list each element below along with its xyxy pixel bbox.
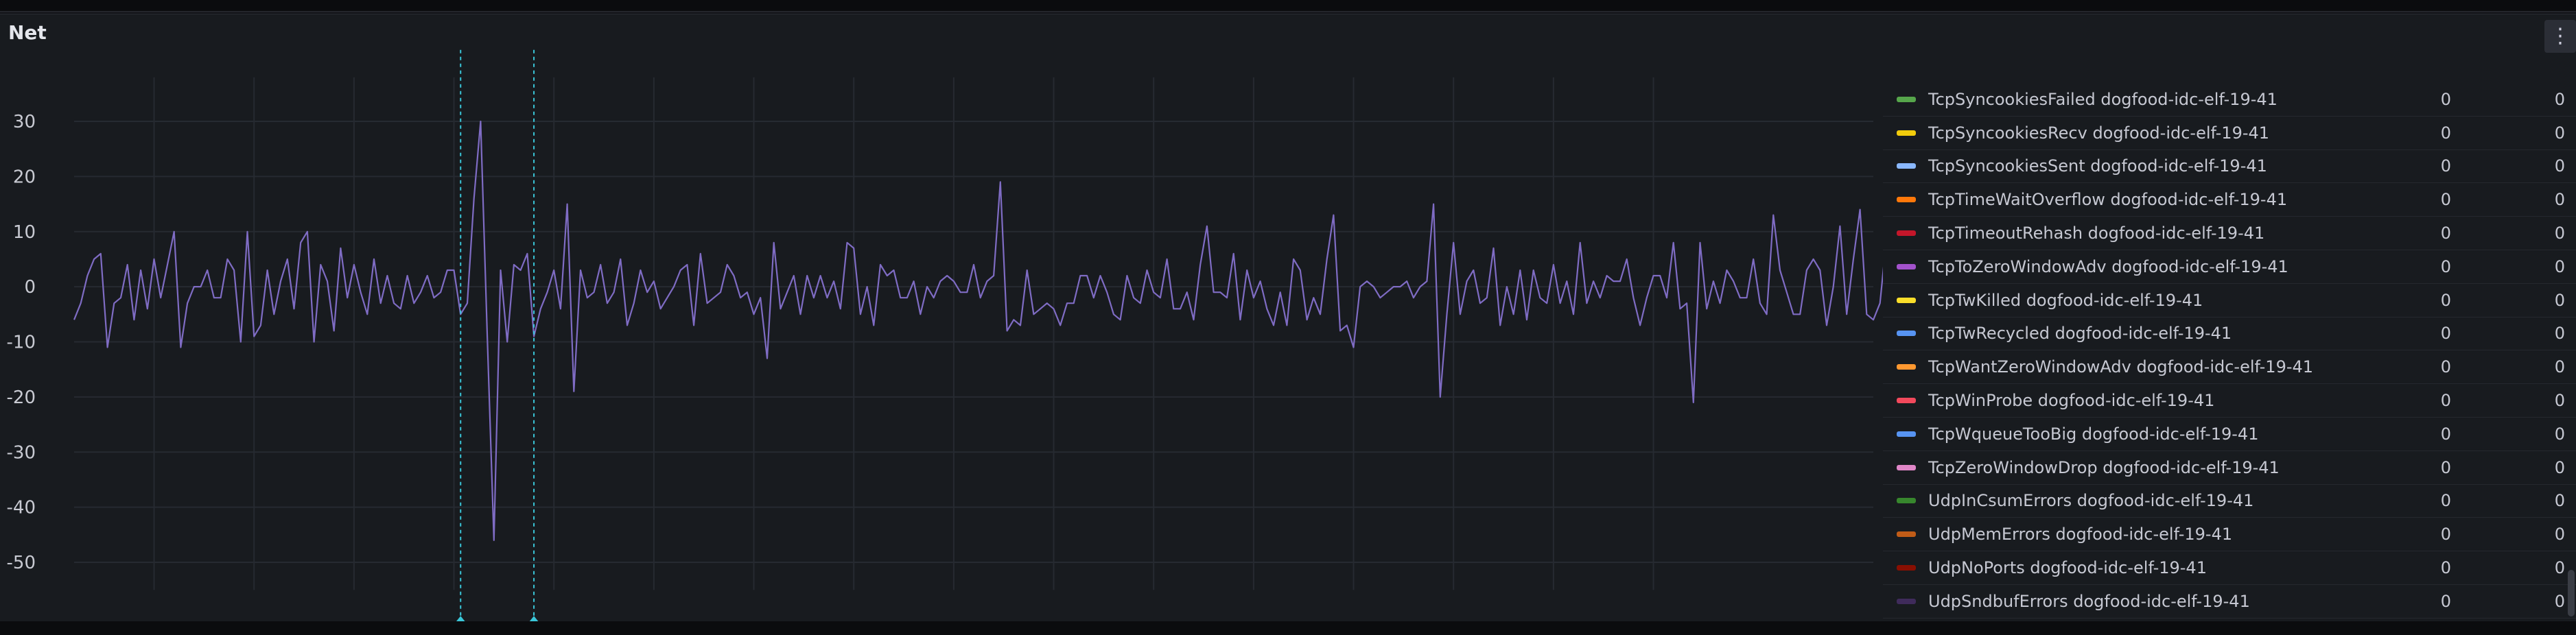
legend-swatch [1897, 263, 1916, 269]
legend-value-mean: 0 [2440, 89, 2451, 109]
legend-value-max: 0 [2554, 156, 2565, 176]
legend-value-max: 0 [2554, 525, 2565, 544]
legend-value-max: 0 [2554, 123, 2565, 143]
legend-swatch [1897, 364, 1916, 370]
y-tick-label: 0 [24, 277, 36, 298]
legend-swatch [1897, 96, 1916, 102]
legend-value-mean: 0 [2440, 324, 2451, 344]
legend-value-max: 0 [2554, 290, 2565, 310]
series-line-tcpcurrestab[interactable] [73, 120, 1883, 542]
legend-row[interactable]: UdpInCsumErrors dogfood-idc-elf-19-41 0 0 [1883, 485, 2576, 518]
legend-row[interactable]: TcpTwKilled dogfood-idc-elf-19-41 0 0 [1883, 284, 2576, 318]
legend-series-name: TcpWqueueTooBig dogfood-idc-elf-19-41 [1928, 424, 2259, 444]
y-tick-label: 20 [13, 167, 36, 187]
y-tick-label: -30 [7, 442, 36, 463]
legend-value-max: 0 [2554, 224, 2565, 243]
legend-value-mean: 0 [2440, 190, 2451, 210]
legend-scrollbar[interactable] [2568, 570, 2575, 616]
legend-value-max: 0 [2554, 391, 2565, 411]
legend-row[interactable]: UdpNoPorts dogfood-idc-elf-19-41 0 0 [1883, 551, 2576, 585]
legend-series-name: UdpMemErrors dogfood-idc-elf-19-41 [1928, 525, 2233, 544]
legend-row[interactable]: TcpWantZeroWindowAdv dogfood-idc-elf-19-… [1883, 350, 2576, 385]
legend-value-mean: 0 [2440, 391, 2451, 411]
legend-table: TcpSyncookiesFailed dogfood-idc-elf-19-4… [1883, 83, 2576, 619]
legend-row[interactable]: TcpZeroWindowDrop dogfood-idc-elf-19-41 0… [1883, 451, 2576, 485]
legend-swatch [1897, 163, 1916, 169]
y-tick-label: 30 [13, 112, 36, 132]
legend-value-max: 0 [2554, 256, 2565, 276]
legend-row[interactable]: TcpToZeroWindowAdv dogfood-idc-elf-19-41… [1883, 250, 2576, 284]
legend-swatch [1897, 498, 1916, 504]
legend-value-mean: 0 [2440, 156, 2451, 176]
legend-series-name: TcpTwKilled dogfood-idc-elf-19-41 [1928, 290, 2203, 310]
legend-value-max: 0 [2554, 491, 2565, 511]
vertical-ellipsis-icon: ⋮ [2550, 24, 2571, 48]
legend-series-name: UdpSndbufErrors dogfood-idc-elf-19-41 [1928, 591, 2250, 611]
legend-series-name: TcpSyncookiesRecv dogfood-idc-elf-19-41 [1928, 123, 2270, 143]
legend-value-mean: 0 [2440, 457, 2451, 477]
legend-value-mean: 0 [2440, 357, 2451, 377]
legend-row[interactable]: TcpSyncookiesFailed dogfood-idc-elf-19-4… [1883, 83, 2576, 117]
legend-swatch [1897, 398, 1916, 404]
legend-value-max: 0 [2554, 89, 2565, 109]
legend-value-mean: 0 [2440, 591, 2451, 611]
legend-swatch [1897, 464, 1916, 470]
dashboard-page: Net ⋮ 3020100-10-20-30-40-5010:31:4510:3… [0, 0, 2576, 635]
legend-swatch [1897, 230, 1916, 237]
legend-series-name: TcpWinProbe dogfood-idc-elf-19-41 [1928, 391, 2215, 411]
legend-series-name: TcpToZeroWindowAdv dogfood-idc-elf-19-41 [1928, 256, 2288, 276]
legend-value-mean: 0 [2440, 256, 2451, 276]
legend-row[interactable]: TcpSyncookiesRecv dogfood-idc-elf-19-41 0… [1883, 117, 2576, 150]
top-divider [0, 0, 2576, 12]
legend-value-max: 0 [2554, 457, 2565, 477]
legend-value-mean: 0 [2440, 123, 2451, 143]
legend-series-name: TcpTimeoutRehash dogfood-idc-elf-19-41 [1928, 224, 2265, 243]
legend-row[interactable]: TcpTwRecycled dogfood-idc-elf-19-41 0 0 [1883, 318, 2576, 351]
legend-swatch [1897, 130, 1916, 136]
legend-row[interactable]: TcpWqueueTooBig dogfood-idc-elf-19-41 0 0 [1883, 418, 2576, 451]
legend-value-mean: 0 [2440, 290, 2451, 310]
y-tick-label: -40 [7, 498, 36, 518]
legend-series-name: TcpSyncookiesSent dogfood-idc-elf-19-41 [1928, 156, 2267, 176]
legend-value-mean: 0 [2440, 525, 2451, 544]
legend-row[interactable]: TcpWinProbe dogfood-idc-elf-19-41 0 0 [1883, 384, 2576, 418]
legend-series-name: UdpInCsumErrors dogfood-idc-elf-19-41 [1928, 491, 2254, 511]
legend-swatch [1897, 197, 1916, 203]
legend-value-max: 0 [2554, 190, 2565, 210]
legend-value-max: 0 [2554, 591, 2565, 611]
legend-series-name: TcpTimeWaitOverflow dogfood-idc-elf-19-4… [1928, 190, 2288, 210]
legend-row[interactable]: TcpTimeWaitOverflow dogfood-idc-elf-19-4… [1883, 183, 2576, 217]
legend-value-max: 0 [2554, 324, 2565, 344]
legend-value-max: 0 [2554, 424, 2565, 444]
legend-row[interactable]: TcpTimeoutRehash dogfood-idc-elf-19-41 0 0 [1883, 217, 2576, 250]
legend-swatch [1897, 598, 1916, 604]
legend-value-mean: 0 [2440, 491, 2451, 511]
legend-value-mean: 0 [2440, 558, 2451, 578]
bottom-divider [0, 621, 2576, 635]
net-panel: Net ⋮ 3020100-10-20-30-40-5010:31:4510:3… [0, 14, 2576, 623]
legend-swatch [1897, 331, 1916, 337]
legend-series-name: TcpZeroWindowDrop dogfood-idc-elf-19-41 [1928, 457, 2280, 477]
y-tick-label: -20 [7, 387, 36, 408]
legend-series-name: TcpWantZeroWindowAdv dogfood-idc-elf-19-… [1928, 357, 2314, 377]
net-chart[interactable]: 3020100-10-20-30-40-5010:31:4510:32:0010… [0, 28, 1883, 622]
legend-row[interactable]: TcpSyncookiesSent dogfood-idc-elf-19-41 0… [1883, 150, 2576, 184]
y-tick-label: -10 [7, 333, 36, 353]
legend-value-mean: 0 [2440, 424, 2451, 444]
legend-value-max: 0 [2554, 357, 2565, 377]
y-tick-label: -50 [7, 553, 36, 573]
legend-series-name: TcpTwRecycled dogfood-idc-elf-19-41 [1928, 324, 2232, 344]
legend-series-name: TcpSyncookiesFailed dogfood-idc-elf-19-4… [1928, 89, 2278, 109]
legend-swatch [1897, 431, 1916, 437]
legend-row[interactable]: UdpMemErrors dogfood-idc-elf-19-41 0 0 [1883, 518, 2576, 552]
y-tick-label: 10 [13, 222, 36, 243]
legend-value-max: 0 [2554, 558, 2565, 578]
legend-series-name: UdpNoPorts dogfood-idc-elf-19-41 [1928, 558, 2207, 578]
legend-value-mean: 0 [2440, 224, 2451, 243]
legend-row[interactable]: UdpSndbufErrors dogfood-idc-elf-19-41 0 0 [1883, 585, 2576, 619]
panel-menu-button[interactable]: ⋮ [2544, 20, 2576, 53]
legend-swatch [1897, 531, 1916, 538]
legend-swatch [1897, 565, 1916, 571]
legend-swatch [1897, 297, 1916, 303]
